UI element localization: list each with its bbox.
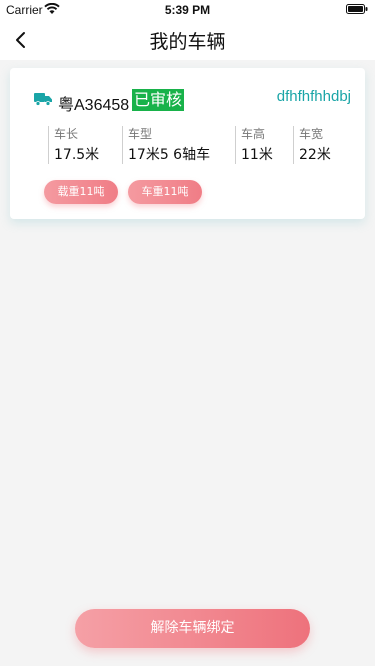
spec-value: 17米5 6轴车	[128, 147, 211, 163]
owner-name: dfhfhfhhdbj	[276, 88, 351, 105]
spec-value: 17.5米	[54, 147, 100, 163]
status-time: 5:39 PM	[164, 3, 211, 17]
spec-length: 车长 17.5米	[48, 126, 99, 164]
status-badge: 已审核	[132, 89, 185, 111]
spec-value: 22米	[299, 147, 331, 163]
spec-label: 车高	[241, 127, 266, 141]
spec-height: 车高 11米	[235, 126, 273, 164]
license-plate: 粤A36458	[58, 97, 130, 114]
spec-label: 车型	[128, 127, 153, 141]
spec-label: 车宽	[299, 127, 324, 141]
navigation-bar: 我的车辆	[0, 20, 375, 60]
spec-type: 车型 17米5 6轴车	[122, 126, 210, 164]
spec-label: 车长	[54, 127, 79, 141]
vehicle-card[interactable]: 粤A36458 已审核 dfhfhfhhdbj 车长 17.5米 车型 17米5…	[10, 68, 365, 219]
unbind-vehicle-button[interactable]: 解除车辆绑定	[75, 609, 310, 648]
page-title: 我的车辆	[149, 31, 226, 53]
load-capacity-tag: 载重11吨	[44, 180, 118, 204]
spec-value: 11米	[241, 147, 273, 163]
status-bar: Carrier 5:39 PM	[0, 0, 375, 20]
vehicle-weight-tag: 车重11吨	[128, 180, 202, 204]
spec-width: 车宽 22米	[293, 126, 331, 164]
truck-icon	[34, 93, 52, 106]
battery-icon	[346, 4, 368, 14]
